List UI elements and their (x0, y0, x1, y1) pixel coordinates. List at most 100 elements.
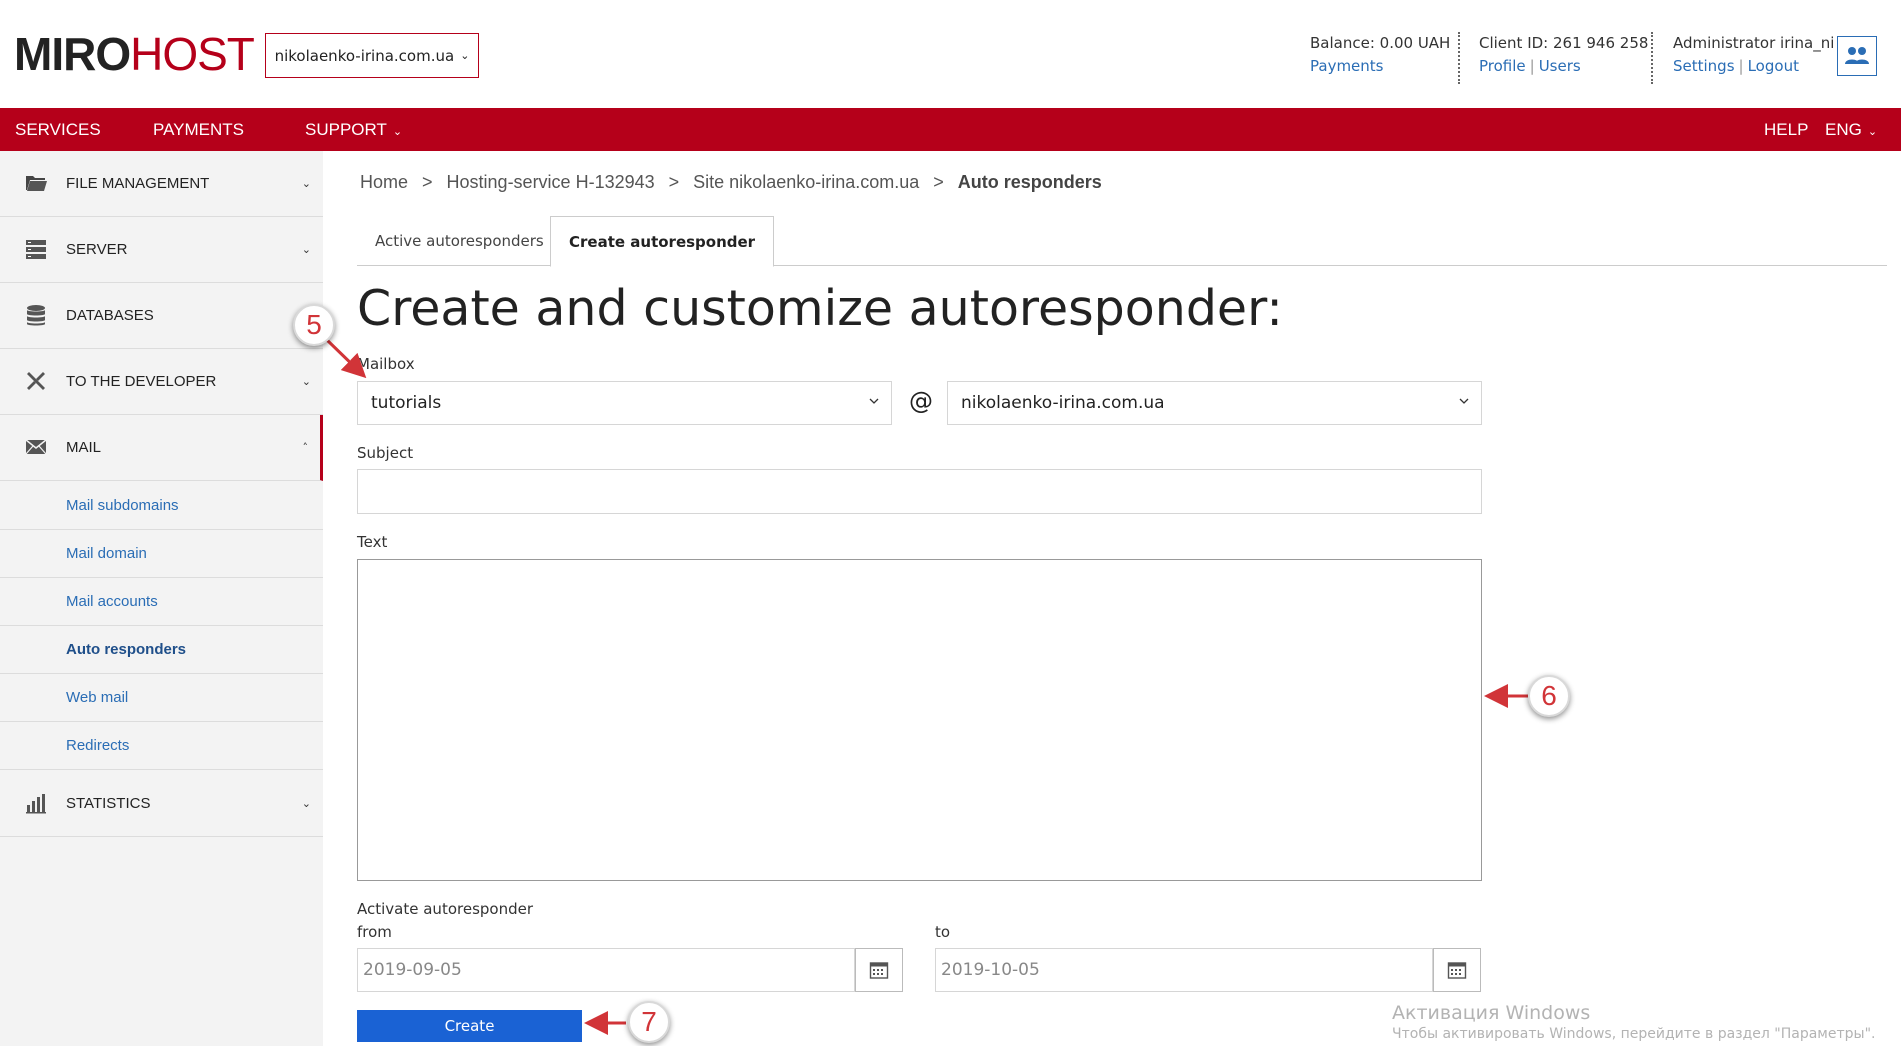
domain-selector-value: nikolaenko-irina.com.ua (274, 46, 455, 65)
breadcrumb: Home > Hosting-service H-132943 > Site nikol… (360, 172, 1102, 193)
sidebar-item-label: MAIL (66, 439, 102, 456)
mailbox-label: Mailbox (357, 355, 415, 373)
sidebar-item-label: FILE MANAGEMENT (66, 175, 210, 192)
chevron-down-icon: ⌄ (460, 49, 470, 62)
to-label: to (935, 923, 951, 941)
admin-text: Administrator irina_ni (1673, 34, 1835, 52)
mailbox-select-value: tutorials (371, 393, 442, 413)
bar-chart-icon (26, 794, 46, 814)
calendar-icon (1447, 962, 1467, 979)
sidebar-item-server[interactable]: SERVER ⌄ (0, 217, 323, 283)
breadcrumb-site[interactable]: Site nikolaenko-irina.com.ua (693, 172, 919, 192)
to-calendar-button[interactable] (1433, 948, 1481, 992)
server-icon (26, 240, 46, 259)
nav-services[interactable]: SERVICES (15, 108, 101, 151)
tab-active-autoresponders[interactable]: Active autoresponders (357, 216, 562, 266)
logout-link[interactable]: Logout (1748, 57, 1799, 75)
sidebar-subitem-auto-responders[interactable]: Auto responders (0, 626, 323, 674)
breadcrumb-hosting-service[interactable]: Hosting-service H-132943 (447, 172, 655, 192)
language-selector[interactable]: ENG ⌄ (1825, 108, 1877, 151)
chevron-down-icon: ⌄ (301, 797, 311, 810)
sidebar-item-mail[interactable]: MAIL ˄ (0, 415, 323, 481)
users-icon (1845, 47, 1869, 64)
header-divider (1651, 32, 1653, 84)
at-sign: @ (909, 387, 933, 415)
chevron-down-icon: ⌄ (301, 177, 311, 190)
nav-support-label: SUPPORT (305, 120, 387, 139)
calendar-icon (869, 962, 889, 979)
chevron-down-icon: ⌄ (392, 126, 403, 138)
client-block: Client ID: 261 946 258 Profile | Users (1479, 32, 1648, 78)
top-header: MIROHOST nikolaenko-irina.com.ua ⌄ Balan… (0, 0, 1901, 108)
create-button[interactable]: Create (357, 1010, 582, 1042)
settings-link[interactable]: Settings (1673, 57, 1735, 75)
domain-select[interactable]: nikolaenko-irina.com.ua (947, 381, 1482, 425)
header-divider (1458, 32, 1460, 84)
domain-selector[interactable]: nikolaenko-irina.com.ua ⌄ (265, 33, 479, 78)
link-separator: | (1529, 57, 1535, 75)
sidebar-subitem-web-mail[interactable]: Web mail (0, 674, 323, 722)
sidebar-subitem-mail-domain[interactable]: Mail domain (0, 530, 323, 578)
mailbox-select[interactable]: tutorials (357, 381, 892, 425)
sidebar-item-label: STATISTICS (66, 795, 151, 812)
chevron-up-icon: ˄ (302, 441, 309, 454)
from-date-input[interactable]: 2019-09-05 (357, 948, 855, 992)
sidebar: FILE MANAGEMENT ⌄ SERVER ⌄ DATABASES TO … (0, 151, 323, 1046)
chevron-down-icon (869, 398, 879, 404)
breadcrumb-current: Auto responders (957, 172, 1102, 192)
windows-activation-watermark: Активация Windows Чтобы активировать Win… (1392, 1002, 1875, 1042)
page-title: Create and customize autoresponder: (357, 280, 1283, 337)
sidebar-item-to-the-developer[interactable]: TO THE DEVELOPER ⌄ (0, 349, 323, 415)
breadcrumb-arrow-icon: > (933, 172, 944, 192)
activate-label: Activate autoresponder (357, 900, 534, 918)
logo-part-host: HOST (130, 28, 255, 80)
profile-link[interactable]: Profile (1479, 57, 1526, 75)
language-label: ENG (1825, 120, 1862, 139)
nav-payments[interactable]: PAYMENTS (153, 108, 244, 151)
account-button[interactable] (1837, 36, 1877, 76)
breadcrumb-arrow-icon: > (422, 172, 433, 192)
payments-link[interactable]: Payments (1310, 57, 1383, 75)
envelope-icon (25, 439, 47, 455)
mirohost-logo[interactable]: MIROHOST (14, 28, 255, 80)
users-link[interactable]: Users (1539, 57, 1581, 75)
main-navbar: SERVICES PAYMENTS SUPPORT ⌄ HELP ENG ⌄ (0, 108, 1901, 151)
sidebar-subitem-redirects[interactable]: Redirects (0, 722, 323, 770)
subject-label: Subject (357, 444, 414, 462)
sidebar-item-databases[interactable]: DATABASES (0, 283, 323, 349)
folder-icon (26, 176, 47, 191)
admin-block: Administrator irina_ni Settings | Logout (1673, 32, 1834, 78)
sidebar-item-statistics[interactable]: STATISTICS ⌄ (0, 771, 323, 837)
from-label: from (357, 923, 392, 941)
link-separator: | (1738, 57, 1744, 75)
nav-support[interactable]: SUPPORT ⌄ (305, 108, 402, 151)
sidebar-item-label: SERVER (66, 241, 128, 258)
domain-select-value: nikolaenko-irina.com.ua (961, 393, 1165, 413)
sidebar-subitem-mail-accounts[interactable]: Mail accounts (0, 578, 323, 626)
breadcrumb-home[interactable]: Home (360, 172, 408, 192)
annotation-badge-6: 6 (1528, 675, 1570, 717)
nav-payments-label: PAYMENTS (153, 120, 244, 139)
database-icon (27, 305, 45, 326)
from-calendar-button[interactable] (855, 948, 903, 992)
subject-input[interactable] (357, 469, 1482, 514)
breadcrumb-arrow-icon: > (668, 172, 680, 192)
watermark-line1: Активация Windows (1392, 1002, 1591, 1024)
logo-part-miro: MIRO (14, 28, 131, 80)
watermark-line2: Чтобы активировать Windows, перейдите в … (1392, 1026, 1876, 1042)
annotation-badge-5: 5 (293, 304, 335, 346)
sidebar-subitem-mail-subdomains[interactable]: Mail subdomains (0, 482, 323, 530)
balance-text: Balance: 0.00 UAH (1310, 34, 1451, 52)
tools-icon (27, 372, 45, 390)
to-date-input[interactable]: 2019-10-05 (935, 948, 1433, 992)
chevron-down-icon: ⌄ (301, 375, 311, 388)
chevron-down-icon (1459, 398, 1469, 404)
tab-create-autoresponder[interactable]: Create autoresponder (550, 216, 775, 267)
text-textarea[interactable] (357, 559, 1482, 881)
sidebar-item-file-management[interactable]: FILE MANAGEMENT ⌄ (0, 151, 323, 217)
text-label: Text (357, 533, 388, 551)
chevron-down-icon: ⌄ (1867, 126, 1878, 138)
nav-help[interactable]: HELP (1764, 108, 1808, 151)
annotation-badge-7: 7 (628, 1001, 670, 1043)
chevron-down-icon: ⌄ (301, 243, 311, 256)
